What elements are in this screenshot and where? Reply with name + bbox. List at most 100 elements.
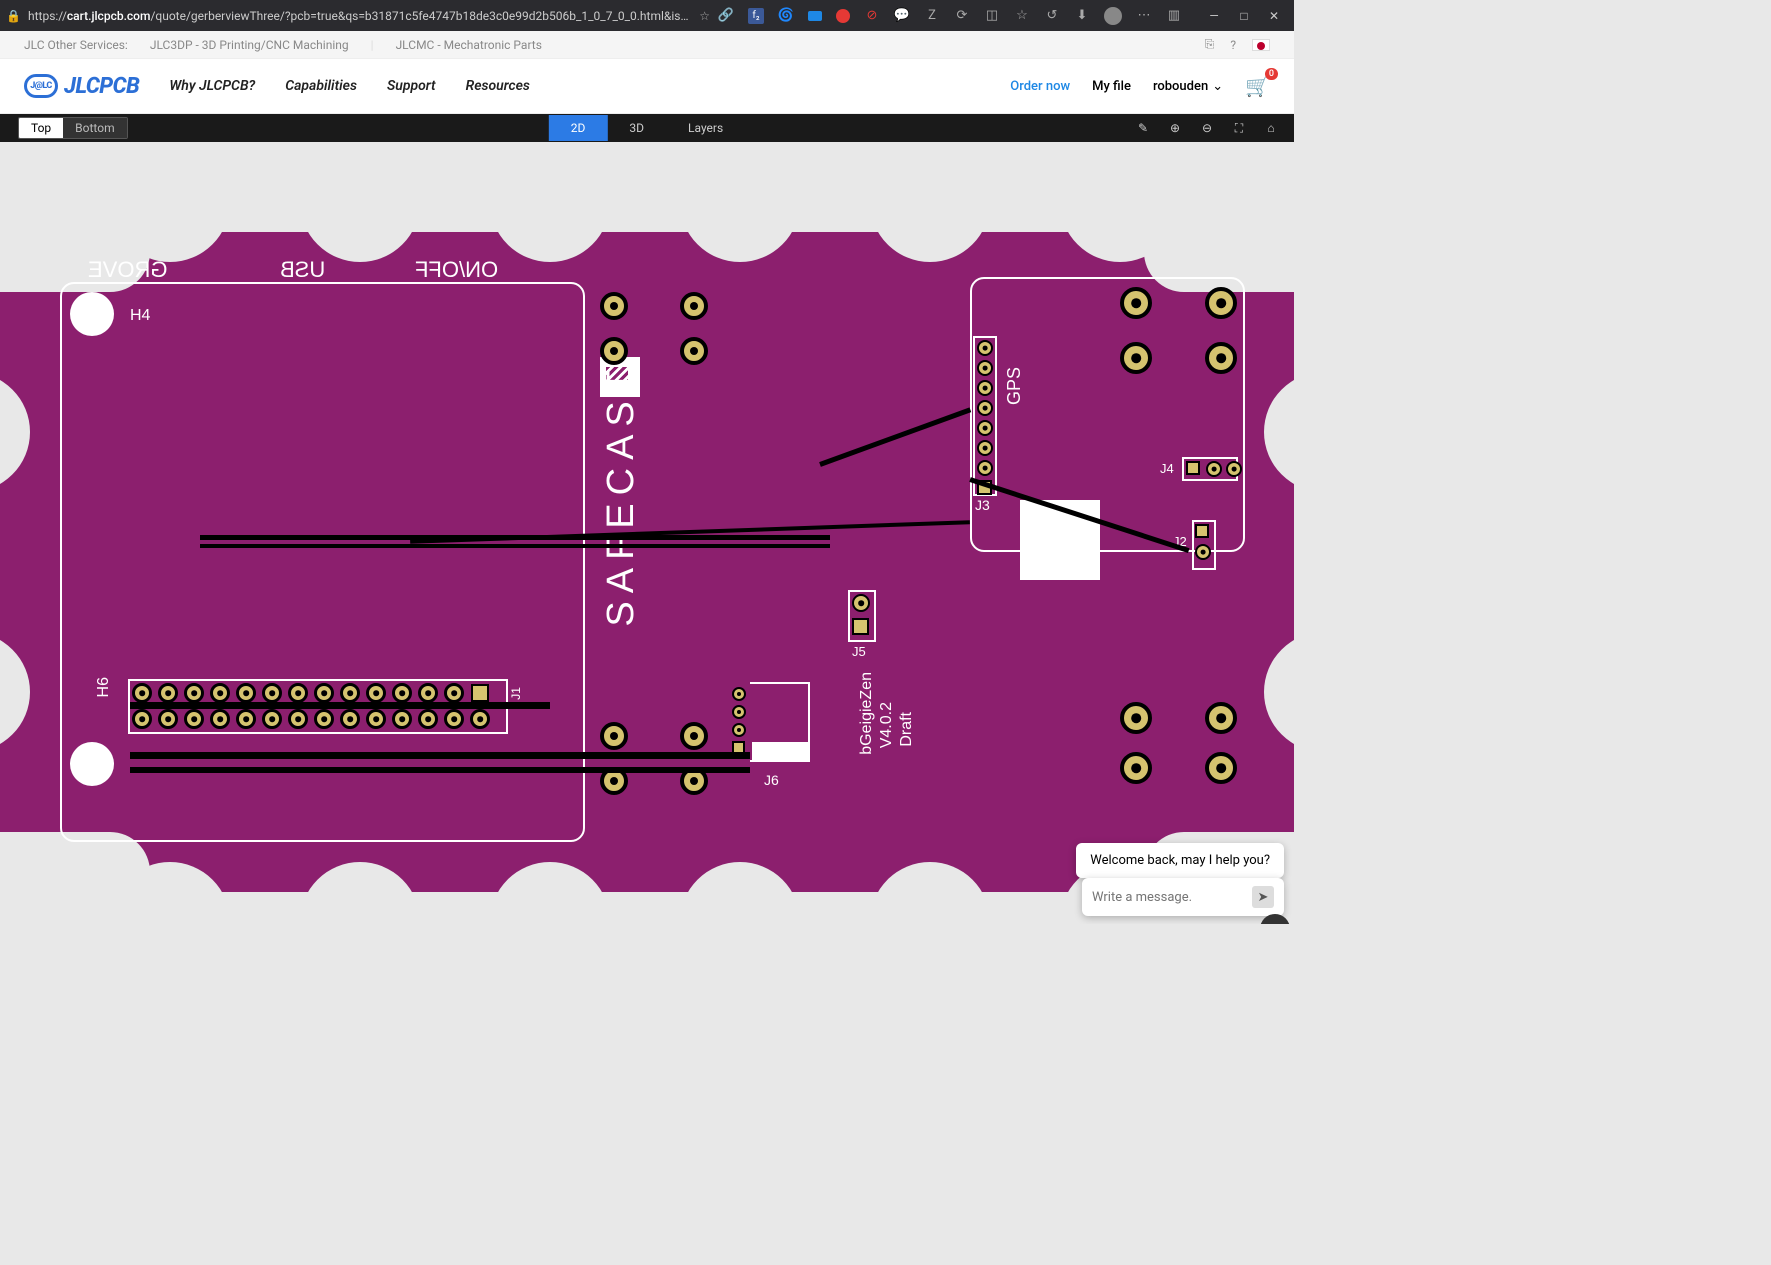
edge-cut xyxy=(0,372,30,492)
nav-support[interactable]: Support xyxy=(387,78,436,94)
sidebar-icon[interactable]: ▥ xyxy=(1166,8,1182,24)
ext-history-icon[interactable]: ↺ xyxy=(1044,8,1060,24)
silk-version-draft: Draft xyxy=(898,712,916,747)
side-selector: Top Bottom xyxy=(18,117,128,139)
close-button[interactable]: ✕ xyxy=(1260,7,1288,25)
pcb-board: GROVE USB ON/OFF H4 H6 SAFECAST GPS J3 J… xyxy=(0,232,1294,892)
silk-onoff: ON/OFF xyxy=(415,257,498,283)
ext-block-icon[interactable]: ⊘ xyxy=(864,8,880,24)
ext-red-icon[interactable] xyxy=(836,9,850,23)
order-now-link[interactable]: Order now xyxy=(1010,79,1070,94)
ext-fb-icon[interactable]: f₂ xyxy=(748,8,764,24)
username: robouden xyxy=(1153,79,1208,94)
silk-j5: J5 xyxy=(852,644,866,659)
measure-icon[interactable]: ✎ xyxy=(1134,119,1152,137)
ext-panel-icon[interactable]: ◫ xyxy=(984,8,1000,24)
ext-star2-icon[interactable]: ☆ xyxy=(1014,8,1030,24)
edge-cut xyxy=(680,862,800,924)
tab-2d[interactable]: 2D xyxy=(549,115,608,141)
view-tabs: 2D 3D Layers xyxy=(549,115,745,141)
lock-icon: 🔒 xyxy=(6,9,20,23)
white-strip xyxy=(752,742,808,760)
flag-jp-icon[interactable] xyxy=(1252,39,1270,51)
pcb-canvas[interactable]: GROVE USB ON/OFF H4 H6 SAFECAST GPS J3 J… xyxy=(0,142,1294,924)
trace xyxy=(130,767,750,773)
send-icon[interactable]: ➤ xyxy=(1252,886,1274,908)
chat-welcome-bubble[interactable]: Welcome back, may I help you? xyxy=(1076,843,1284,878)
ext-z-icon[interactable]: Z xyxy=(924,8,940,24)
address-bar[interactable]: https://cart.jlcpcb.com/quote/gerberview… xyxy=(28,9,691,23)
mounting-hole-h4 xyxy=(70,292,114,336)
fullscreen-icon[interactable]: ⛶ xyxy=(1230,119,1248,137)
viewer-tools: ✎ ⊕ ⊖ ⛶ ⌂ xyxy=(1134,119,1294,137)
user-menu[interactable]: robouden ⌄ xyxy=(1153,79,1223,94)
brand-logo[interactable]: J@LC JLCPCB xyxy=(24,74,139,99)
nav-capabilities[interactable]: Capabilities xyxy=(285,78,357,94)
silk-h4: H4 xyxy=(130,307,150,325)
viewer-toolbar: Top Bottom 2D 3D Layers ✎ ⊕ ⊖ ⛶ ⌂ xyxy=(0,114,1294,142)
menu-icon[interactable]: ⋯ xyxy=(1136,8,1152,24)
ext-chat-icon[interactable]: 💬 xyxy=(894,8,910,24)
white-pad xyxy=(1020,500,1100,580)
logo-prefix: J@LC xyxy=(24,74,58,98)
edge-cut xyxy=(680,142,800,262)
tab-3d[interactable]: 3D xyxy=(607,115,666,141)
silk-version-num: V4.0.2 xyxy=(878,702,896,748)
window-controls: ― □ ✕ xyxy=(1200,7,1288,25)
edge-cut xyxy=(1144,152,1294,292)
edge-cut xyxy=(300,142,420,262)
side-top[interactable]: Top xyxy=(19,118,63,138)
chevron-down-icon: ⌄ xyxy=(1212,79,1223,94)
services-label: JLC Other Services: xyxy=(24,38,128,52)
silk-usb: USB xyxy=(280,257,325,283)
edge-cut xyxy=(0,632,30,752)
minimize-button[interactable]: ― xyxy=(1200,7,1228,25)
url-path: /quote/gerberviewThree/?pcb=true&qs=b318… xyxy=(150,9,691,23)
silk-j1: J1 xyxy=(509,687,523,700)
ext-swirl-icon[interactable]: 🌀 xyxy=(778,8,794,24)
ext-link-icon[interactable]: 🔗 xyxy=(718,8,734,24)
ext-download-icon[interactable]: ⬇ xyxy=(1074,8,1090,24)
cart-badge: 0 xyxy=(1265,68,1278,80)
trace xyxy=(130,702,550,709)
edge-cut xyxy=(1264,632,1294,752)
maximize-button[interactable]: □ xyxy=(1230,7,1258,25)
edge-cut xyxy=(490,142,610,262)
ext-blue-icon[interactable] xyxy=(808,11,822,21)
avatar-icon[interactable] xyxy=(1104,7,1122,25)
silk-gps: GPS xyxy=(1004,367,1025,405)
services-strip: JLC Other Services: JLC3DP - 3D Printing… xyxy=(0,31,1294,59)
nav-resources[interactable]: Resources xyxy=(466,78,530,94)
service-mc-link[interactable]: JLCMC - Mechatronic Parts xyxy=(396,38,542,52)
safecast-logo-text: SAFECAST xyxy=(600,362,643,627)
my-file-link[interactable]: My file xyxy=(1092,79,1131,94)
nav-why[interactable]: Why JLCPCB? xyxy=(169,78,255,94)
silk-outline-gps xyxy=(970,277,1245,552)
home-icon[interactable]: ⌂ xyxy=(1262,119,1280,137)
currency-icon[interactable]: ⎘ xyxy=(1205,37,1215,52)
edge-cut xyxy=(490,862,610,924)
silk-h6: H6 xyxy=(95,677,113,697)
url-host: cart.jlcpcb.com xyxy=(67,9,151,23)
silk-j3: J3 xyxy=(975,497,990,513)
edge-cut xyxy=(1264,372,1294,492)
service-3dp-link[interactable]: JLC3DP - 3D Printing/CNC Machining xyxy=(150,38,349,52)
cart-button[interactable]: 🛒0 xyxy=(1245,74,1270,98)
tab-layers[interactable]: Layers xyxy=(666,115,745,141)
chat-input[interactable] xyxy=(1092,890,1192,905)
trace xyxy=(130,752,750,759)
chat-input-bar: ➤ xyxy=(1082,878,1284,916)
side-bottom[interactable]: Bottom xyxy=(63,118,126,138)
zoom-out-icon[interactable]: ⊖ xyxy=(1198,119,1216,137)
browser-chrome: 🔒 https://cart.jlcpcb.com/quote/gerbervi… xyxy=(0,0,1294,31)
extension-icons: 🔗 f₂ 🌀 ⊘ 💬 Z ⟳ ◫ ☆ ↺ ⬇ ⋯ ▥ xyxy=(718,7,1182,25)
star-icon[interactable]: ☆ xyxy=(699,9,710,23)
edge-cut xyxy=(870,862,990,924)
chat-welcome-text: Welcome back, may I help you? xyxy=(1090,853,1270,868)
zoom-in-icon[interactable]: ⊕ xyxy=(1166,119,1184,137)
silk-grove: GROVE xyxy=(88,257,167,283)
ext-refresh-icon[interactable]: ⟳ xyxy=(954,8,970,24)
edge-cut xyxy=(300,862,420,924)
help-icon[interactable]: ? xyxy=(1230,38,1236,52)
url-scheme: https:// xyxy=(28,9,67,23)
